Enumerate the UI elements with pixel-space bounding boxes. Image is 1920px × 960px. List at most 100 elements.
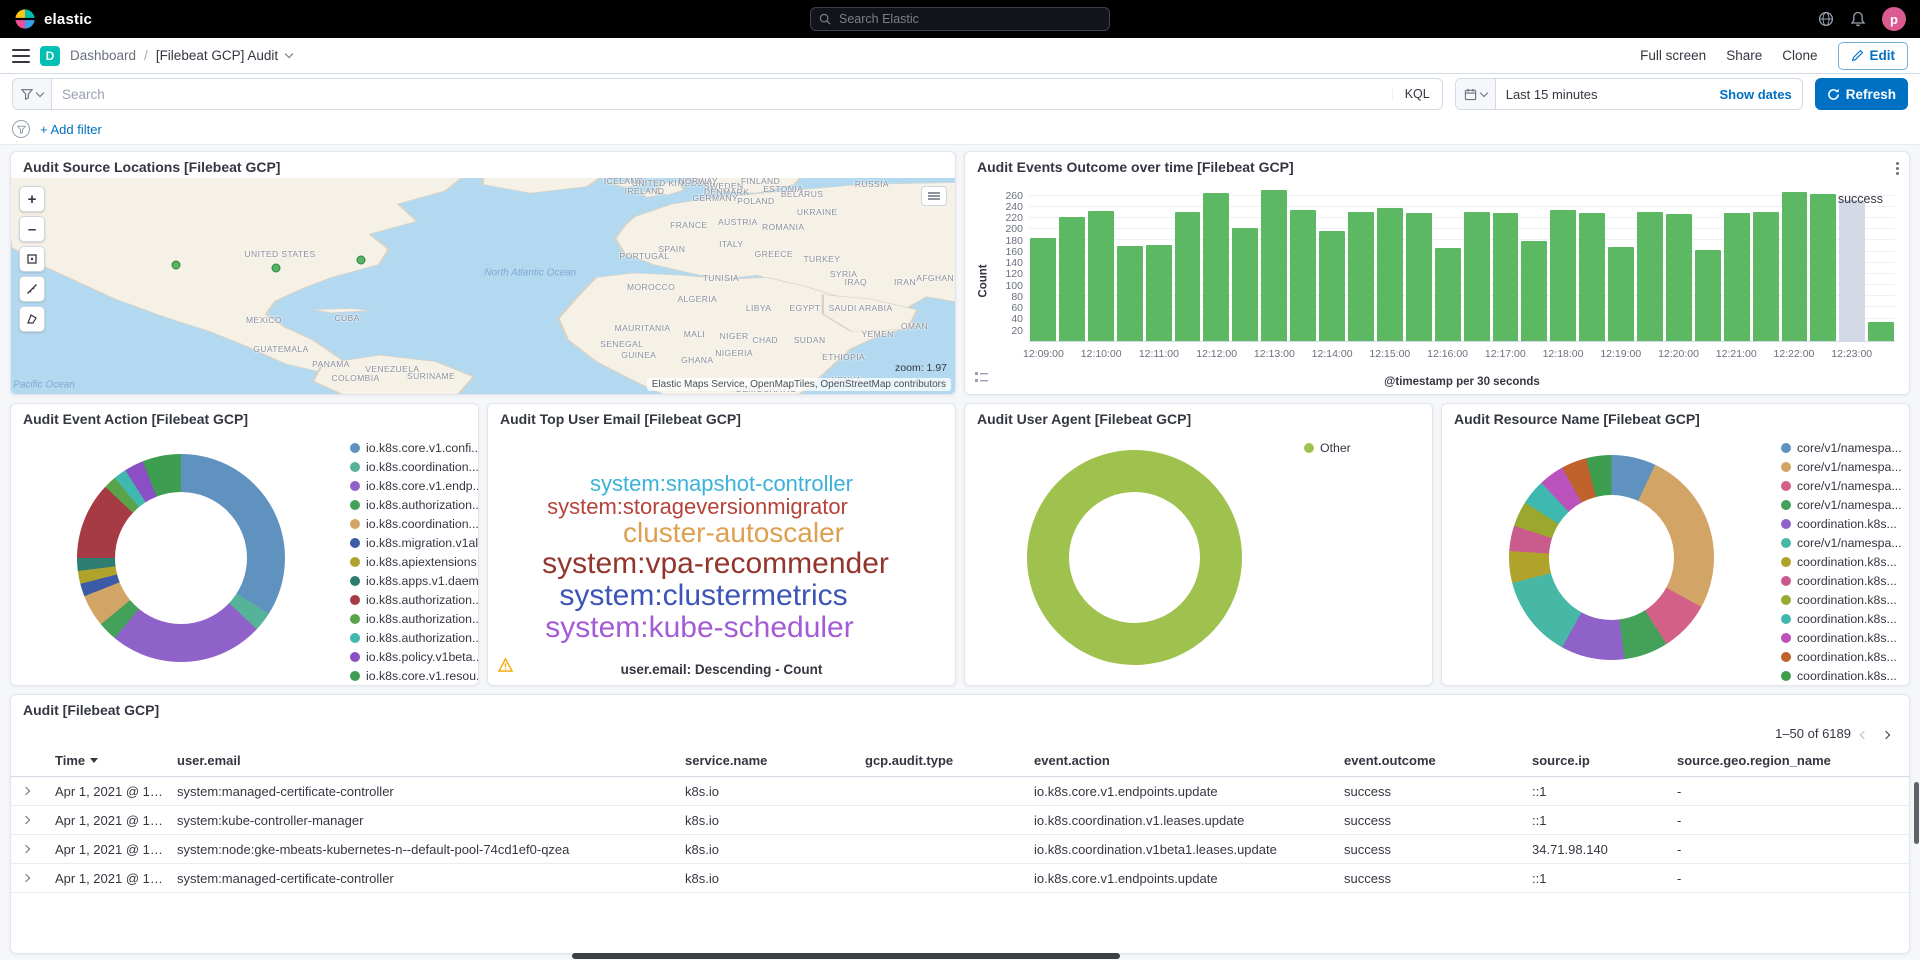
bar-12:18:00[interactable]	[1550, 210, 1576, 341]
tag-word[interactable]: system:snapshot-controller	[590, 472, 853, 495]
legend-item[interactable]: io.k8s.authorization....	[350, 609, 470, 628]
bar-12:19:00[interactable]	[1608, 247, 1634, 341]
legend-item[interactable]: io.k8s.authorization...	[350, 590, 470, 609]
legend-item[interactable]: core/v1/namespa...	[1781, 438, 1901, 457]
bar-12:22:30[interactable]	[1810, 194, 1836, 341]
legend-item[interactable]: io.k8s.policy.v1beta....	[350, 647, 470, 666]
panel-title-resource-name[interactable]: Audit Resource Name [Filebeat GCP]	[1442, 404, 1909, 430]
chevron-down-icon[interactable]	[285, 50, 293, 58]
legend-item[interactable]: io.k8s.core.v1.endp...	[350, 476, 470, 495]
bar-12:21:30[interactable]	[1753, 212, 1779, 341]
legend-item[interactable]: io.k8s.migration.v1al...	[350, 533, 470, 552]
query-search-input[interactable]	[52, 87, 1392, 102]
bar-12:13:00[interactable]	[1261, 190, 1287, 341]
bar-12:10:30[interactable]	[1117, 246, 1143, 341]
map-legend-button[interactable]	[921, 186, 947, 206]
tag-word[interactable]: system:clustermetrics	[559, 580, 847, 612]
clone-button[interactable]: Clone	[1782, 48, 1817, 63]
zoom-in-button[interactable]: +	[19, 186, 45, 212]
bar-12:14:00[interactable]	[1319, 231, 1345, 341]
column-header-service.name[interactable]: service.name	[685, 753, 865, 768]
saved-query-button[interactable]	[13, 79, 52, 109]
legend-item[interactable]: io.k8s.core.v1.resou...	[350, 666, 470, 685]
menu-icon[interactable]	[12, 49, 30, 63]
bar-12:16:00[interactable]	[1435, 248, 1461, 341]
global-search-input[interactable]	[837, 11, 1101, 27]
bar-12:16:30[interactable]	[1464, 212, 1490, 341]
breadcrumb-current[interactable]: [Filebeat GCP] Audit	[156, 48, 278, 63]
map-canvas[interactable]: UNITED STATESMEXICOCUBAGUATEMALAPANAMAVE…	[11, 178, 955, 394]
tag-word[interactable]: system:vpa-recommender	[542, 548, 889, 580]
zoom-out-button[interactable]: –	[19, 216, 45, 242]
filter-settings-icon[interactable]	[12, 120, 30, 138]
kql-selector[interactable]: KQL	[1392, 87, 1442, 101]
panel-title-map[interactable]: Audit Source Locations [Filebeat GCP]	[11, 152, 955, 178]
bar-12:09:00[interactable]	[1030, 238, 1056, 341]
map-point[interactable]	[272, 264, 281, 273]
dashboard-app-badge[interactable]: D	[40, 46, 60, 66]
bar-12:12:30[interactable]	[1232, 228, 1258, 341]
legend-item[interactable]: core/v1/namespa...	[1781, 457, 1901, 476]
bar-12:20:30[interactable]	[1695, 250, 1721, 341]
column-header-user.email[interactable]: user.email	[177, 753, 685, 768]
bar-12:15:30[interactable]	[1406, 213, 1432, 341]
legend-item[interactable]: coordination.k8s...	[1781, 552, 1901, 571]
bar-12:23:30[interactable]	[1868, 322, 1894, 341]
panel-title-audit-table[interactable]: Audit [Filebeat GCP]	[11, 695, 1909, 721]
bar-12:10:00[interactable]	[1088, 211, 1114, 341]
tag-word[interactable]: cluster-autoscaler	[623, 518, 844, 548]
bar-12:13:30[interactable]	[1290, 210, 1316, 341]
column-header-gcp.audit.type[interactable]: gcp.audit.type	[865, 753, 1034, 768]
legend-item[interactable]: io.k8s.coordination....	[350, 457, 470, 476]
column-header-Time[interactable]: Time	[55, 753, 177, 768]
prev-page-button[interactable]	[1855, 724, 1873, 743]
bar-12:09:30[interactable]	[1059, 217, 1085, 341]
draw-tools-button[interactable]	[19, 306, 45, 332]
edit-button[interactable]: Edit	[1838, 42, 1909, 70]
map-point[interactable]	[357, 256, 366, 265]
vertical-scrollbar-thumb[interactable]	[1914, 782, 1919, 844]
donut-chart-resource-name[interactable]	[1509, 455, 1714, 660]
bar-12:15:00[interactable]	[1377, 208, 1403, 341]
legend-item[interactable]: coordination.k8s...	[1781, 609, 1901, 628]
column-header-event.outcome[interactable]: event.outcome	[1344, 753, 1532, 768]
expand-row-button[interactable]	[19, 871, 55, 885]
map-point[interactable]	[172, 260, 181, 269]
notifications-icon[interactable]	[1850, 11, 1866, 27]
legend-item[interactable]: coordination.k8s...	[1781, 514, 1901, 533]
bar-12:17:00[interactable]	[1493, 213, 1519, 341]
legend-item[interactable]: coordination.k8s...	[1781, 647, 1901, 666]
bar-12:14:30[interactable]	[1348, 212, 1374, 341]
attribution-link[interactable]: OpenMapTiles	[750, 379, 815, 390]
legend-item[interactable]: Other	[1304, 438, 1424, 457]
legend-item[interactable]: core/v1/namespa...	[1781, 476, 1901, 495]
legend-item[interactable]: io.k8s.authorization....	[350, 628, 470, 647]
user-avatar[interactable]: p	[1882, 7, 1906, 31]
expand-row-button[interactable]	[19, 813, 55, 827]
bar-12:23:00[interactable]	[1839, 200, 1865, 341]
panel-menu-icon[interactable]	[1894, 160, 1901, 177]
panel-title-event-action[interactable]: Audit Event Action [Filebeat GCP]	[11, 404, 478, 430]
legend-item[interactable]: coordination.k8s...	[1781, 666, 1901, 685]
global-search[interactable]	[810, 7, 1110, 31]
share-button[interactable]: Share	[1726, 48, 1762, 63]
column-header-source.geo.region_name[interactable]: source.geo.region_name	[1677, 753, 1901, 768]
legend-item[interactable]: core/v1/namespa...	[1781, 495, 1901, 514]
donut-chart-event-action[interactable]	[77, 454, 285, 662]
legend-toggle-icon[interactable]	[973, 369, 990, 388]
panel-title-top-user-email[interactable]: Audit Top User Email [Filebeat GCP]	[488, 404, 955, 430]
legend-item[interactable]: coordination.k8s...	[1781, 590, 1901, 609]
legend-item[interactable]: core/v1/namespa...	[1781, 533, 1901, 552]
bar-12:12:00[interactable]	[1203, 193, 1229, 341]
bar-12:20:00[interactable]	[1666, 214, 1692, 341]
next-page-button[interactable]	[1877, 724, 1895, 743]
ruler-button[interactable]	[19, 276, 45, 302]
panel-title-outcome[interactable]: Audit Events Outcome over time [Filebeat…	[965, 152, 1909, 178]
chart-legend[interactable]: success	[1822, 192, 1883, 206]
add-filter-button[interactable]: + Add filter	[40, 122, 102, 137]
tag-word[interactable]: system:kube-scheduler	[545, 612, 853, 644]
bar-12:18:30[interactable]	[1579, 213, 1605, 341]
date-picker-button[interactable]	[1456, 79, 1496, 109]
legend-item[interactable]: coordination.k8s...	[1781, 628, 1901, 647]
attribution-link[interactable]: Elastic Maps Service	[652, 379, 745, 390]
